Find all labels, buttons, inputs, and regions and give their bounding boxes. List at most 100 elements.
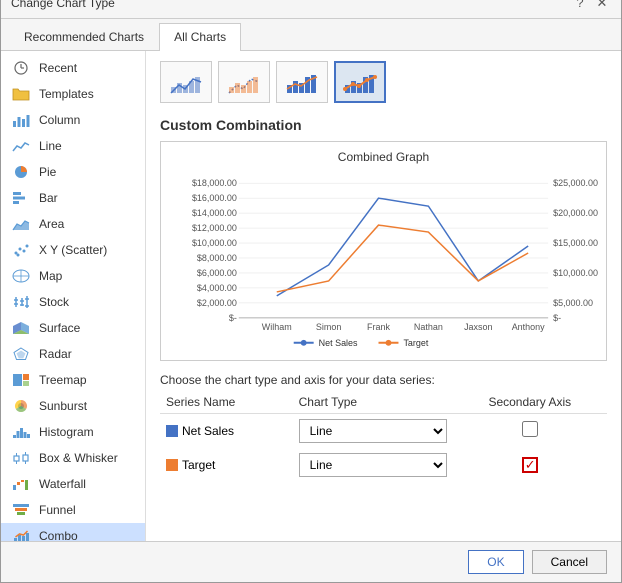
svg-text:$15,000.00: $15,000.00 [553,238,598,248]
chart-icon-btn-4[interactable] [334,61,386,103]
sidebar-item-sunburst[interactable]: Sunburst [1,393,145,419]
title-bar-left: Change Chart Type [11,0,115,10]
series-row-net-sales: Net Sales Line Column Bar Area [160,413,607,448]
svg-text:Wilham: Wilham [262,321,292,331]
svg-text:$18,000.00: $18,000.00 [192,178,237,188]
svg-text:$8,000.00: $8,000.00 [197,252,237,262]
series-name-net-sales: Net Sales [160,413,293,448]
secondary-axis-checkbox-target-highlighted[interactable] [522,457,538,473]
sidebar-item-column[interactable]: Column [1,107,145,133]
radar-chart-icon [11,346,31,362]
stock-chart-icon [11,294,31,310]
series-prompt: Choose the chart type and axis for your … [160,373,607,387]
svg-text:$16,000.00: $16,000.00 [192,193,237,203]
section-title: Custom Combination [160,117,607,133]
svg-text:$4,000.00: $4,000.00 [197,282,237,292]
sidebar-item-radar[interactable]: Radar [1,341,145,367]
svg-text:$10,000.00: $10,000.00 [553,267,598,277]
chart-icon-btn-2[interactable] [218,61,270,103]
sidebar-item-recent[interactable]: Recent [1,55,145,81]
svg-text:Simon: Simon [316,321,341,331]
line-chart-icon [11,138,31,154]
title-bar: Change Chart Type ? ✕ [1,0,621,19]
sidebar-item-boxwhisker[interactable]: Box & Whisker [1,445,145,471]
series-table: Series Name Chart Type Secondary Axis Ne… [160,391,607,482]
svg-text:$10,000.00: $10,000.00 [192,238,237,248]
svg-text:$14,000.00: $14,000.00 [192,208,237,218]
cancel-button[interactable]: Cancel [532,550,607,574]
series-secondary-target [453,448,607,482]
folder-icon [11,86,31,102]
series-charttype-dropdown-net-sales[interactable]: Line Column Bar Area [299,419,447,443]
sidebar-item-waterfall[interactable]: Waterfall [1,471,145,497]
dialog-body: Recent Templates Column Line [1,51,621,541]
sunburst-chart-icon [11,398,31,414]
svg-text:Jaxson: Jaxson [464,321,492,331]
sidebar-item-bar[interactable]: Bar [1,185,145,211]
svg-text:Net Sales: Net Sales [319,337,358,347]
sidebar-item-xyscatter[interactable]: X Y (Scatter) [1,237,145,263]
secondary-axis-checkbox-net-sales[interactable] [522,421,538,437]
sidebar-item-funnel[interactable]: Funnel [1,497,145,523]
svg-text:Frank: Frank [367,321,390,331]
series-color-target [166,459,178,471]
sidebar-item-surface[interactable]: Surface [1,315,145,341]
sidebar-item-treemap[interactable]: Treemap [1,367,145,393]
col-header-chart-type: Chart Type [293,391,453,414]
sidebar-item-combo[interactable]: Combo [1,523,145,541]
series-row-target: Target Line Column Bar Area [160,448,607,482]
histogram-chart-icon [11,424,31,440]
tab-all-charts[interactable]: All Charts [159,23,241,51]
combo-chart-icon [11,528,31,541]
sidebar-item-histogram[interactable]: Histogram [1,419,145,445]
column-chart-icon [11,112,31,128]
svg-text:Nathan: Nathan [414,321,443,331]
scatter-chart-icon [11,242,31,258]
sidebar-item-pie[interactable]: Pie [1,159,145,185]
area-chart-icon [11,216,31,232]
change-chart-type-dialog: Change Chart Type ? ✕ Recommended Charts… [0,0,622,583]
close-button[interactable]: ✕ [593,0,611,12]
waterfall-chart-icon [11,476,31,492]
chart-type-icon-row [160,61,607,103]
series-color-net-sales [166,425,178,437]
svg-text:$2,000.00: $2,000.00 [197,297,237,307]
col-header-series-name: Series Name [160,391,293,414]
tab-recommended-charts[interactable]: Recommended Charts [9,23,159,50]
sidebar: Recent Templates Column Line [1,51,146,541]
dialog-tabs: Recommended Charts All Charts [1,19,621,51]
sidebar-item-map[interactable]: Map [1,263,145,289]
chart-svg: $18,000.00 $16,000.00 $14,000.00 $12,000… [169,168,598,353]
col-header-secondary-axis: Secondary Axis [453,391,607,414]
boxwhisker-chart-icon [11,450,31,466]
svg-text:$-: $- [553,312,561,322]
help-button[interactable]: ? [571,0,589,12]
sidebar-item-line[interactable]: Line [1,133,145,159]
series-charttype-target: Line Column Bar Area [293,448,453,482]
chart-icon-btn-3[interactable] [276,61,328,103]
svg-text:$20,000.00: $20,000.00 [553,208,598,218]
series-secondary-net-sales [453,413,607,448]
svg-text:Target: Target [403,337,428,347]
sidebar-item-area[interactable]: Area [1,211,145,237]
surface-chart-icon [11,320,31,336]
chart-preview: Combined Graph $18,000.00 $16,000.00 [160,141,607,361]
ok-button[interactable]: OK [468,550,523,574]
treemap-chart-icon [11,372,31,388]
series-charttype-dropdown-target[interactable]: Line Column Bar Area [299,453,447,477]
dialog-title: Change Chart Type [11,0,115,10]
pie-chart-icon [11,164,31,180]
svg-text:$6,000.00: $6,000.00 [197,267,237,277]
chart-icon-btn-1[interactable] [160,61,212,103]
svg-text:$25,000.00: $25,000.00 [553,178,598,188]
sidebar-item-templates[interactable]: Templates [1,81,145,107]
sidebar-item-stock[interactable]: Stock [1,289,145,315]
chart-preview-title: Combined Graph [169,150,598,164]
main-content: Custom Combination Combined Graph [146,51,621,541]
svg-text:$5,000.00: $5,000.00 [553,297,593,307]
map-chart-icon [11,268,31,284]
title-bar-right: ? ✕ [571,0,611,12]
dialog-footer: OK Cancel [1,541,621,582]
svg-text:$12,000.00: $12,000.00 [192,223,237,233]
svg-text:$-: $- [229,312,237,322]
